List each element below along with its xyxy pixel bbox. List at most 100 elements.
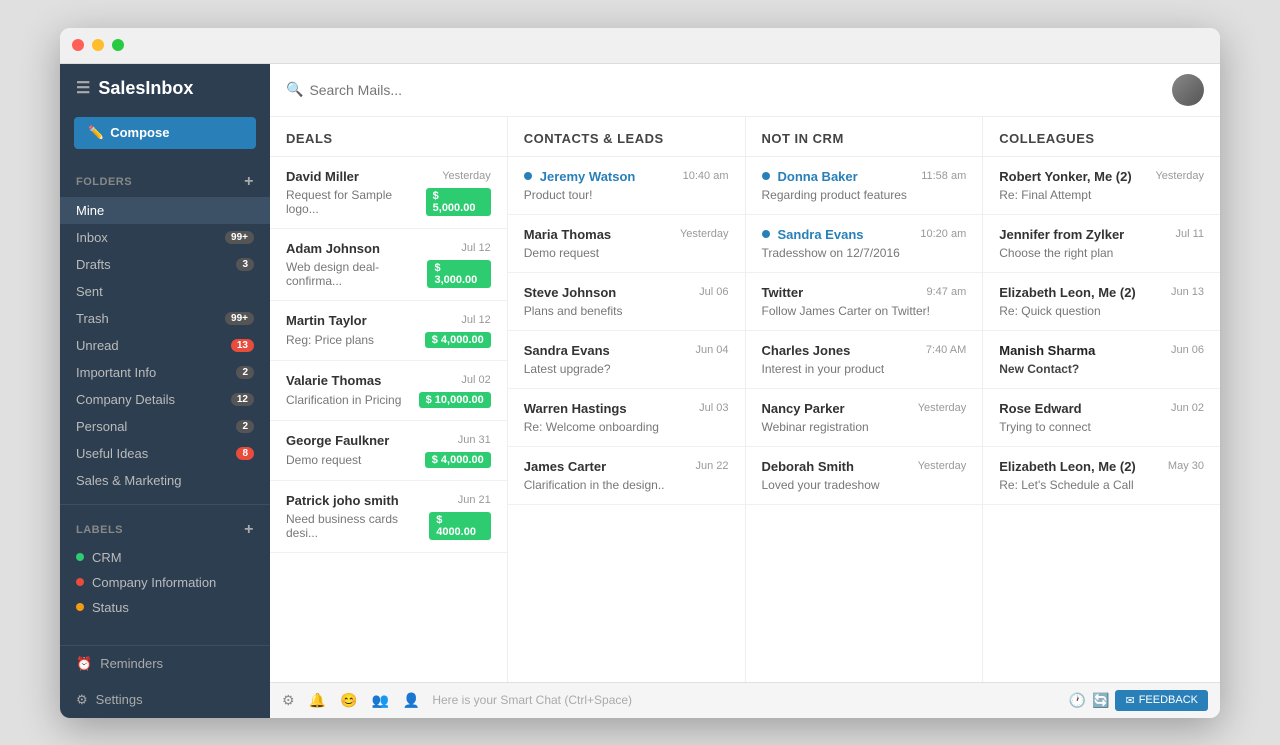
not-in-crm-list: Donna Baker 11:58 am Regarding product f… — [746, 157, 983, 682]
trash-badge: 99+ — [225, 312, 254, 325]
sidebar-item-inbox[interactable]: Inbox 99+ — [60, 224, 270, 251]
columns-container: DEALS David MillerYesterday Request for … — [270, 117, 1220, 682]
deals-list: David MillerYesterday Request for Sample… — [270, 157, 507, 682]
hamburger-icon[interactable]: ☰ — [76, 78, 90, 98]
contacts-header: CONTACTS & LEADS — [508, 117, 745, 157]
topbar: 🔍 — [270, 64, 1220, 117]
contact-item[interactable]: Maria ThomasYesterday Demo request — [508, 215, 745, 273]
minimize-button[interactable] — [92, 39, 104, 51]
colleague-item[interactable]: Robert Yonker, Me (2)Yesterday Re: Final… — [983, 157, 1220, 215]
add-label-button[interactable]: + — [244, 521, 254, 539]
sidebar-bottom: ⏰ Reminders ⚙ Settings — [60, 645, 270, 718]
deal-item[interactable]: George FaulknerJun 31 Demo request$ 4,00… — [270, 421, 507, 481]
contacts-list: Jeremy Watson 10:40 am Product tour! Mar… — [508, 157, 745, 682]
settings-icon: ⚙ — [76, 692, 88, 708]
close-button[interactable] — [72, 39, 84, 51]
search-icon: 🔍 — [286, 81, 303, 98]
feedback-button[interactable]: ✉ FEEDBACK — [1115, 690, 1208, 711]
inbox-badge: 99+ — [225, 231, 254, 244]
sidebar-item-unread[interactable]: Unread 13 — [60, 332, 270, 359]
sidebar-item-useful-ideas[interactable]: Useful Ideas 8 — [60, 440, 270, 467]
smart-chat-input: Here is your Smart Chat (Ctrl+Space) — [432, 693, 1068, 707]
settings-button[interactable]: ⚙ Settings — [60, 682, 270, 718]
unread-dot — [524, 172, 532, 180]
company-info-dot — [76, 578, 84, 586]
deals-header: DEALS — [270, 117, 507, 157]
deal-item[interactable]: Martin TaylorJul 12 Reg: Price plans$ 4,… — [270, 301, 507, 361]
person-icon[interactable]: 👤 — [403, 692, 420, 709]
contact-item[interactable]: Steve JohnsonJul 06 Plans and benefits — [508, 273, 745, 331]
deal-item[interactable]: David MillerYesterday Request for Sample… — [270, 157, 507, 229]
sidebar-item-trash[interactable]: Trash 99+ — [60, 305, 270, 332]
sidebar-item-important[interactable]: Important Info 2 — [60, 359, 270, 386]
drafts-badge: 3 — [236, 258, 254, 271]
crm-item[interactable]: Charles Jones7:40 AM Interest in your pr… — [746, 331, 983, 389]
sidebar-mine[interactable]: Mine — [60, 197, 270, 224]
label-crm[interactable]: CRM — [60, 545, 270, 570]
contact-item[interactable]: Warren HastingsJul 03 Re: Welcome onboar… — [508, 389, 745, 447]
contacts-column: CONTACTS & LEADS Jeremy Watson 10:40 am … — [508, 117, 746, 682]
sidebar-item-personal[interactable]: Personal 2 — [60, 413, 270, 440]
colleague-item[interactable]: Rose EdwardJun 02 Trying to connect — [983, 389, 1220, 447]
unread-badge: 13 — [231, 339, 254, 352]
contact-item[interactable]: Sandra EvansJun 04 Latest upgrade? — [508, 331, 745, 389]
company-details-badge: 12 — [231, 393, 254, 406]
label-company-information[interactable]: Company Information — [60, 570, 270, 595]
crm-item[interactable]: Sandra Evans 10:20 am Tradesshow on 12/7… — [746, 215, 983, 273]
maximize-button[interactable] — [112, 39, 124, 51]
sidebar-item-drafts[interactable]: Drafts 3 — [60, 251, 270, 278]
colleagues-header: COLLEAGUES — [983, 117, 1220, 157]
labels-section: Labels + CRM Company Information Status — [60, 509, 270, 626]
compose-icon: ✏️ — [88, 125, 104, 141]
people-icon[interactable]: 👥 — [371, 692, 388, 709]
label-status[interactable]: Status — [60, 595, 270, 620]
avatar-image — [1172, 74, 1204, 106]
bottombar-right: 🕐 🔄 ✉ FEEDBACK — [1069, 690, 1208, 711]
bottombar-icons: ⚙ 🔔 😊 👥 👤 — [282, 692, 420, 709]
labels-header: Labels + — [60, 515, 270, 545]
crm-item[interactable]: Twitter9:47 am Follow James Carter on Tw… — [746, 273, 983, 331]
colleague-item[interactable]: Elizabeth Leon, Me (2)Jun 13 Re: Quick q… — [983, 273, 1220, 331]
compose-label: Compose — [110, 125, 169, 140]
emoji-icon[interactable]: 😊 — [340, 692, 357, 709]
clock-icon[interactable]: 🕐 — [1069, 692, 1086, 709]
not-in-crm-column: NOT IN CRM Donna Baker 11:58 am Regardin… — [746, 117, 984, 682]
deals-column: DEALS David MillerYesterday Request for … — [270, 117, 508, 682]
contact-item[interactable]: James CarterJun 22 Clarification in the … — [508, 447, 745, 505]
sidebar-logo: ☰ SalesInbox — [60, 64, 270, 113]
bottombar: ⚙ 🔔 😊 👥 👤 Here is your Smart Chat (Ctrl+… — [270, 682, 1220, 718]
settings-label: Settings — [96, 692, 143, 707]
app-title: SalesInbox — [98, 78, 193, 99]
useful-ideas-badge: 8 — [236, 447, 254, 460]
deal-item[interactable]: Valarie ThomasJul 02 Clarification in Pr… — [270, 361, 507, 421]
deal-item[interactable]: Adam JohnsonJul 12 Web design deal-confi… — [270, 229, 507, 301]
colleagues-column: COLLEAGUES Robert Yonker, Me (2)Yesterda… — [983, 117, 1220, 682]
reminders-button[interactable]: ⏰ Reminders — [60, 646, 270, 682]
colleague-item[interactable]: Manish SharmaJun 06 New Contact? — [983, 331, 1220, 389]
crm-item[interactable]: Deborah SmithYesterday Loved your trades… — [746, 447, 983, 505]
crm-item[interactable]: Nancy ParkerYesterday Webinar registrati… — [746, 389, 983, 447]
colleague-item[interactable]: Jennifer from ZylkerJul 11 Choose the ri… — [983, 215, 1220, 273]
bell-icon[interactable]: 🔔 — [309, 692, 326, 709]
status-dot — [76, 603, 84, 611]
unread-dot — [762, 172, 770, 180]
important-badge: 2 — [236, 366, 254, 379]
sidebar-item-sales-marketing[interactable]: Sales & Marketing — [60, 467, 270, 494]
add-folder-button[interactable]: + — [244, 173, 254, 191]
colleague-item[interactable]: Elizabeth Leon, Me (2)May 30 Re: Let's S… — [983, 447, 1220, 505]
main-content: 🔍 DEALS David MillerYesterday Request fo… — [270, 64, 1220, 718]
sidebar-item-sent[interactable]: Sent — [60, 278, 270, 305]
compose-button[interactable]: ✏️ Compose — [74, 117, 256, 149]
reminders-label: Reminders — [100, 656, 163, 671]
sidebar-item-company-details[interactable]: Company Details 12 — [60, 386, 270, 413]
settings-icon[interactable]: ⚙ — [282, 692, 295, 709]
contact-item[interactable]: Jeremy Watson 10:40 am Product tour! — [508, 157, 745, 215]
avatar[interactable] — [1172, 74, 1204, 106]
refresh-icon[interactable]: 🔄 — [1092, 692, 1109, 709]
folders-label: Folders — [76, 176, 132, 188]
deal-item[interactable]: Patrick joho smithJun 21 Need business c… — [270, 481, 507, 553]
unread-dot — [762, 230, 770, 238]
crm-item[interactable]: Donna Baker 11:58 am Regarding product f… — [746, 157, 983, 215]
search-input[interactable] — [309, 82, 1172, 98]
reminders-icon: ⏰ — [76, 656, 92, 672]
